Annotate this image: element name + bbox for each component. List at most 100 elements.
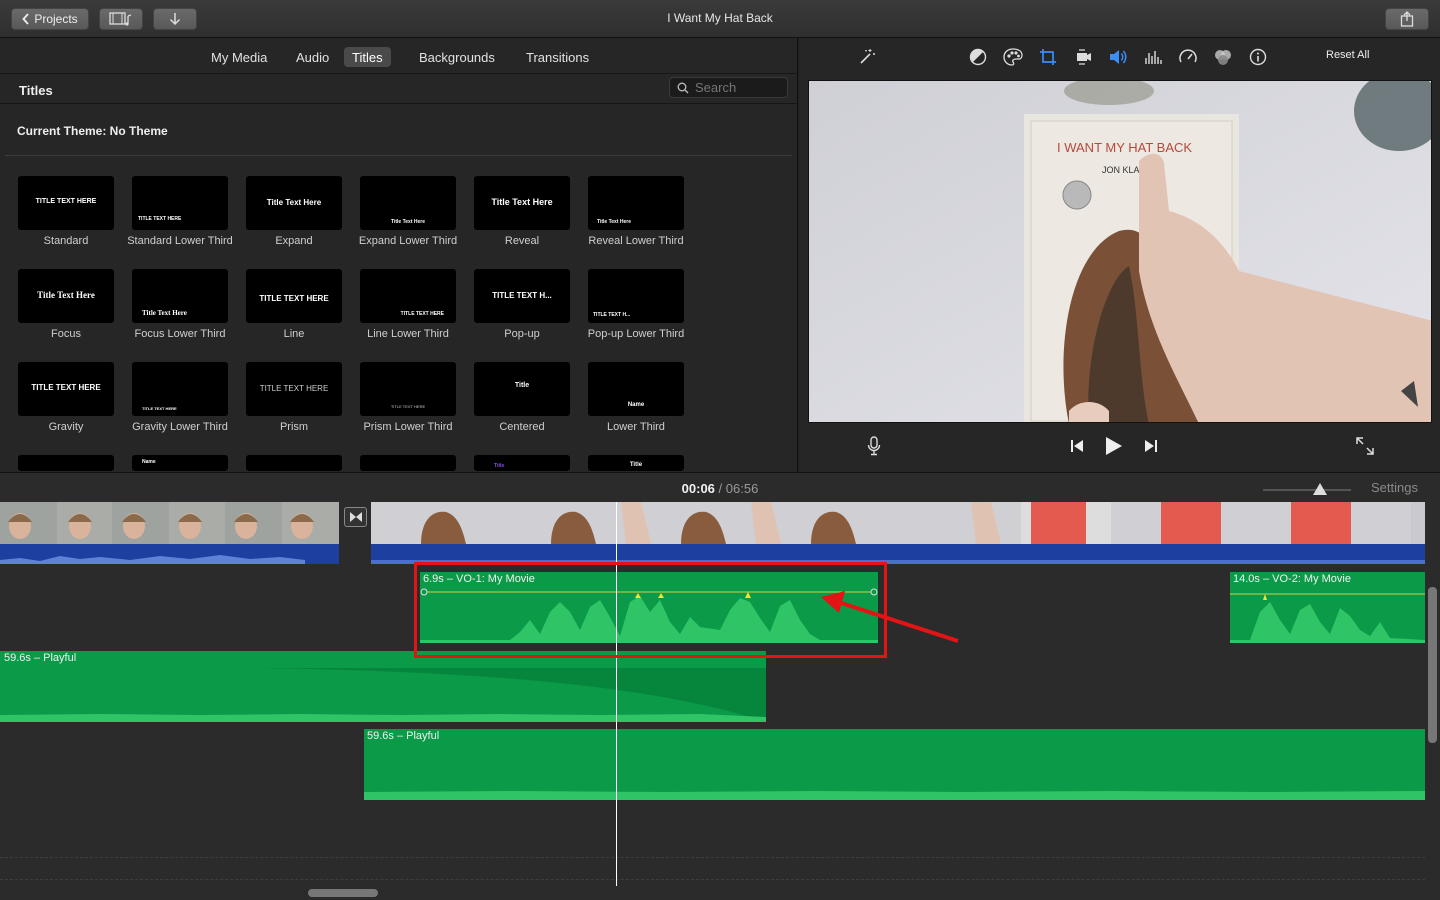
color-correction-icon[interactable] (1002, 46, 1024, 68)
tile-thumb-text: TITLE TEXT H... (593, 312, 631, 318)
title-tile-expand[interactable]: Title Text Here (246, 176, 342, 230)
tile-thumb-text: Title Text Here (391, 219, 425, 225)
timeline-settings-button[interactable]: Settings (1371, 480, 1418, 495)
tile-thumb-text: TITLE TEXT HERE (400, 311, 444, 317)
title-tile-line-lower-third[interactable]: TITLE TEXT HERE (360, 269, 456, 323)
title-tile-partial[interactable]: Title (588, 455, 684, 471)
audio-waveform (1230, 593, 1425, 643)
title-tile-pop-up[interactable]: TITLE TEXT H... (474, 269, 570, 323)
title-label-prism: Prism (279, 421, 309, 433)
color-balance-icon[interactable] (967, 46, 989, 68)
video-clip-intro[interactable] (0, 502, 339, 544)
title-label-line: Line (283, 328, 305, 340)
zoom-slider-track[interactable] (1263, 489, 1351, 491)
tab-my-media[interactable]: My Media (203, 47, 275, 67)
content-browser: My Media Audio Titles Backgrounds Transi… (0, 38, 798, 472)
title-label-expand-lower-third: Expand Lower Third (358, 235, 458, 247)
title-tile-reveal-lower-third[interactable]: Title Text Here (588, 176, 684, 230)
playhead[interactable] (616, 502, 617, 886)
title-tile-reveal[interactable]: Title Text Here (474, 176, 570, 230)
tab-backgrounds[interactable]: Backgrounds (411, 47, 503, 67)
total-time: 06:56 (725, 481, 759, 496)
share-button[interactable] (1385, 8, 1429, 30)
title-tile-gravity[interactable]: TITLE TEXT HERE (18, 362, 114, 416)
title-label-standard-lower-third: Standard Lower Third (127, 235, 233, 247)
vertical-scrollbar[interactable] (1428, 587, 1437, 743)
skip-forward-icon[interactable] (1140, 435, 1162, 457)
tile-thumb-text: TITLE TEXT HERE (31, 383, 101, 392)
tile-thumb-text: TITLE TEXT H... (492, 291, 552, 300)
title-tile-prism[interactable]: TITLE TEXT HERE (246, 362, 342, 416)
audio-waveform (0, 668, 766, 722)
title-label-expand: Expand (275, 235, 313, 247)
title-tile-partial[interactable]: Title (474, 455, 570, 471)
speed-icon[interactable] (1177, 46, 1199, 68)
search-icon (677, 82, 689, 93)
title-label-pop-up: Pop-up (504, 328, 540, 340)
title-tile-partial[interactable] (18, 455, 114, 471)
title-label-pop-up-lower-third: Pop-up Lower Third (587, 328, 685, 340)
tile-thumb-text: TITLE TEXT HERE (142, 406, 177, 411)
video-clip-audio[interactable] (0, 544, 339, 564)
music-clip-1[interactable]: 59.6s – Playful (0, 651, 766, 722)
title-label-reveal: Reveal (504, 235, 540, 247)
skip-back-icon[interactable] (1066, 435, 1088, 457)
info-icon[interactable] (1247, 46, 1269, 68)
title-tile-lower-third[interactable]: Name (588, 362, 684, 416)
section-title: Titles (19, 83, 53, 98)
tile-thumb-text: Name (142, 459, 156, 465)
title-tile-pop-up-lower-third[interactable]: TITLE TEXT H... (588, 269, 684, 323)
title-bar: Projects I Want My Hat Back (0, 0, 1440, 38)
zoom-slider-knob[interactable] (1313, 483, 1327, 495)
music-clip-2[interactable]: 59.6s – Playful (364, 729, 1425, 800)
title-tile-line[interactable]: TITLE TEXT HERE (246, 269, 342, 323)
tile-thumb-text: Title Text Here (142, 309, 187, 317)
title-tile-partial[interactable] (246, 455, 342, 471)
fullscreen-icon[interactable] (1354, 435, 1376, 457)
video-clip-book[interactable] (371, 502, 1425, 544)
title-label-lower-third: Lower Third (607, 421, 665, 433)
horizontal-scrollbar[interactable] (308, 889, 378, 897)
tab-titles[interactable]: Titles (344, 47, 391, 67)
video-clip-book-audio[interactable] (371, 544, 1425, 564)
voiceover-clip-2[interactable]: 14.0s – VO-2: My Movie (1230, 572, 1425, 643)
title-label-prism-lower-third: Prism Lower Third (363, 421, 453, 433)
reset-all-button[interactable]: Reset All (1326, 49, 1369, 61)
tile-thumb-text: Name (627, 402, 645, 408)
title-label-line-lower-third: Line Lower Third (367, 328, 449, 340)
title-tile-gravity-lower-third[interactable]: TITLE TEXT HERE (132, 362, 228, 416)
video-preview[interactable]: I WANT MY HAT BACK JON KLA N (808, 80, 1432, 423)
tile-thumb-text: TITLE TEXT HERE (259, 384, 329, 393)
stabilization-icon[interactable] (1072, 46, 1094, 68)
search-input[interactable] (695, 80, 785, 95)
book-title-text: I WANT MY HAT BACK (1057, 140, 1192, 155)
tab-transitions[interactable]: Transitions (518, 47, 597, 67)
title-label-gravity-lower-third: Gravity Lower Third (132, 421, 228, 433)
title-tile-standard[interactable]: TITLE TEXT HERE (18, 176, 114, 230)
voiceover-mic-icon[interactable] (863, 435, 885, 457)
crop-icon[interactable] (1037, 46, 1059, 68)
tab-audio[interactable]: Audio (288, 47, 337, 67)
tile-thumb-text: Title Text Here (597, 219, 631, 225)
title-label-focus-lower-third: Focus Lower Third (134, 328, 226, 340)
volume-icon[interactable] (1107, 46, 1129, 68)
transition-icon[interactable] (344, 507, 367, 527)
magic-wand-icon[interactable] (856, 46, 878, 68)
title-tile-prism-lower-third[interactable]: TITLE TEXT HERE (360, 362, 456, 416)
search-field[interactable] (669, 77, 788, 98)
title-tile-partial[interactable]: Name (132, 455, 228, 471)
video-overlay-icon[interactable] (1212, 46, 1234, 68)
title-tile-standard-lower-third[interactable]: TITLE TEXT HERE (132, 176, 228, 230)
timeline[interactable]: 00:06 / 06:56 Settings 6.9s – VO-1: My M… (0, 472, 1440, 900)
tile-thumb-text: TITLE TEXT HERE (390, 404, 426, 409)
noise-reduction-icon[interactable] (1142, 46, 1164, 68)
tile-thumb-text: Title Text Here (37, 290, 95, 300)
play-icon[interactable] (1102, 435, 1124, 457)
current-time: 00:06 (681, 481, 715, 496)
title-tile-partial[interactable] (360, 455, 456, 471)
title-tile-centered[interactable]: Title (474, 362, 570, 416)
audio-waveform (0, 555, 305, 564)
title-tile-focus[interactable]: Title Text Here (18, 269, 114, 323)
title-tile-expand-lower-third[interactable]: Title Text Here (360, 176, 456, 230)
title-tile-focus-lower-third[interactable]: Title Text Here (132, 269, 228, 323)
